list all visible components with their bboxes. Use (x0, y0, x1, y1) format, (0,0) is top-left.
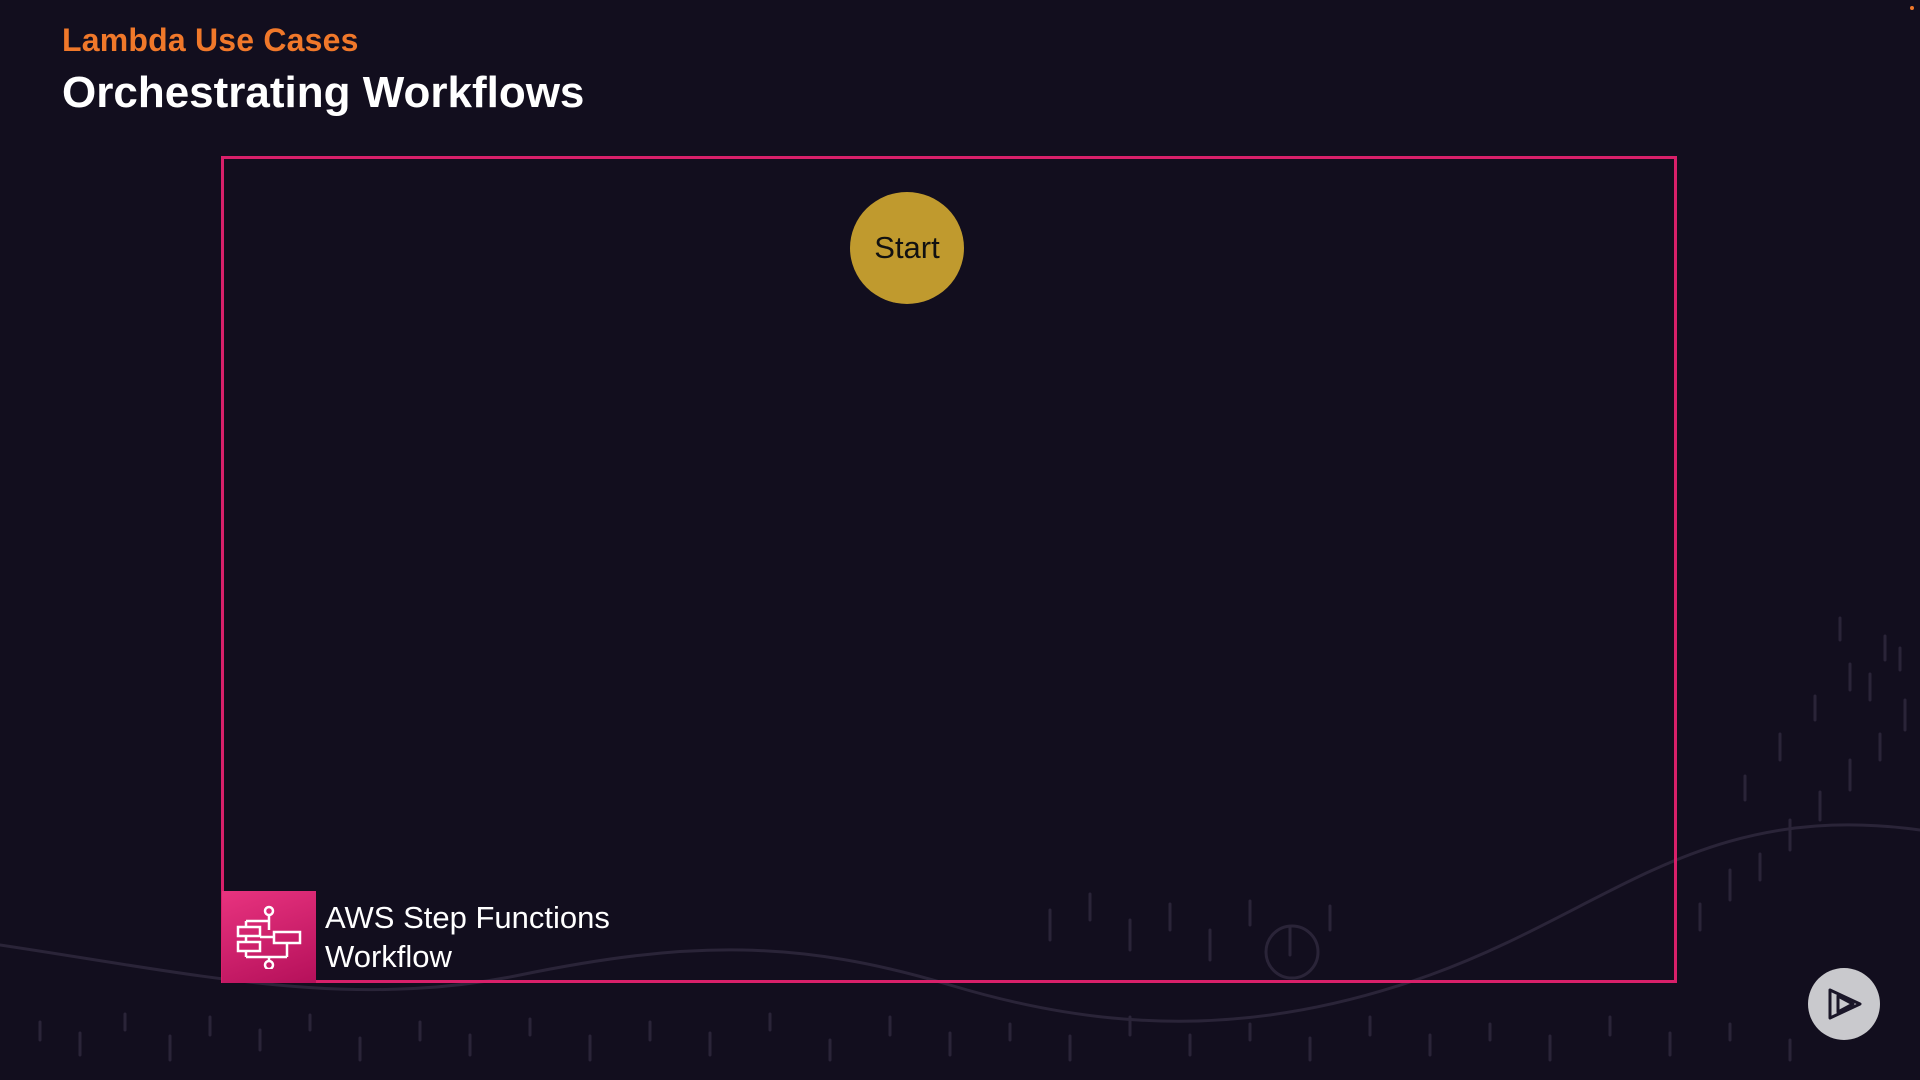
workflow-label-line1: AWS Step Functions (325, 900, 610, 935)
slide-title: Orchestrating Workflows (62, 68, 585, 117)
corner-dot (1910, 6, 1914, 10)
workflow-label: AWS Step Functions Workflow (325, 898, 610, 976)
play-button[interactable] (1808, 968, 1880, 1040)
workflow-label-line2: Workflow (325, 939, 452, 974)
slide-eyebrow: Lambda Use Cases (62, 22, 359, 58)
step-functions-icon (222, 891, 316, 983)
play-icon (1828, 988, 1862, 1020)
start-node: Start (850, 192, 964, 304)
